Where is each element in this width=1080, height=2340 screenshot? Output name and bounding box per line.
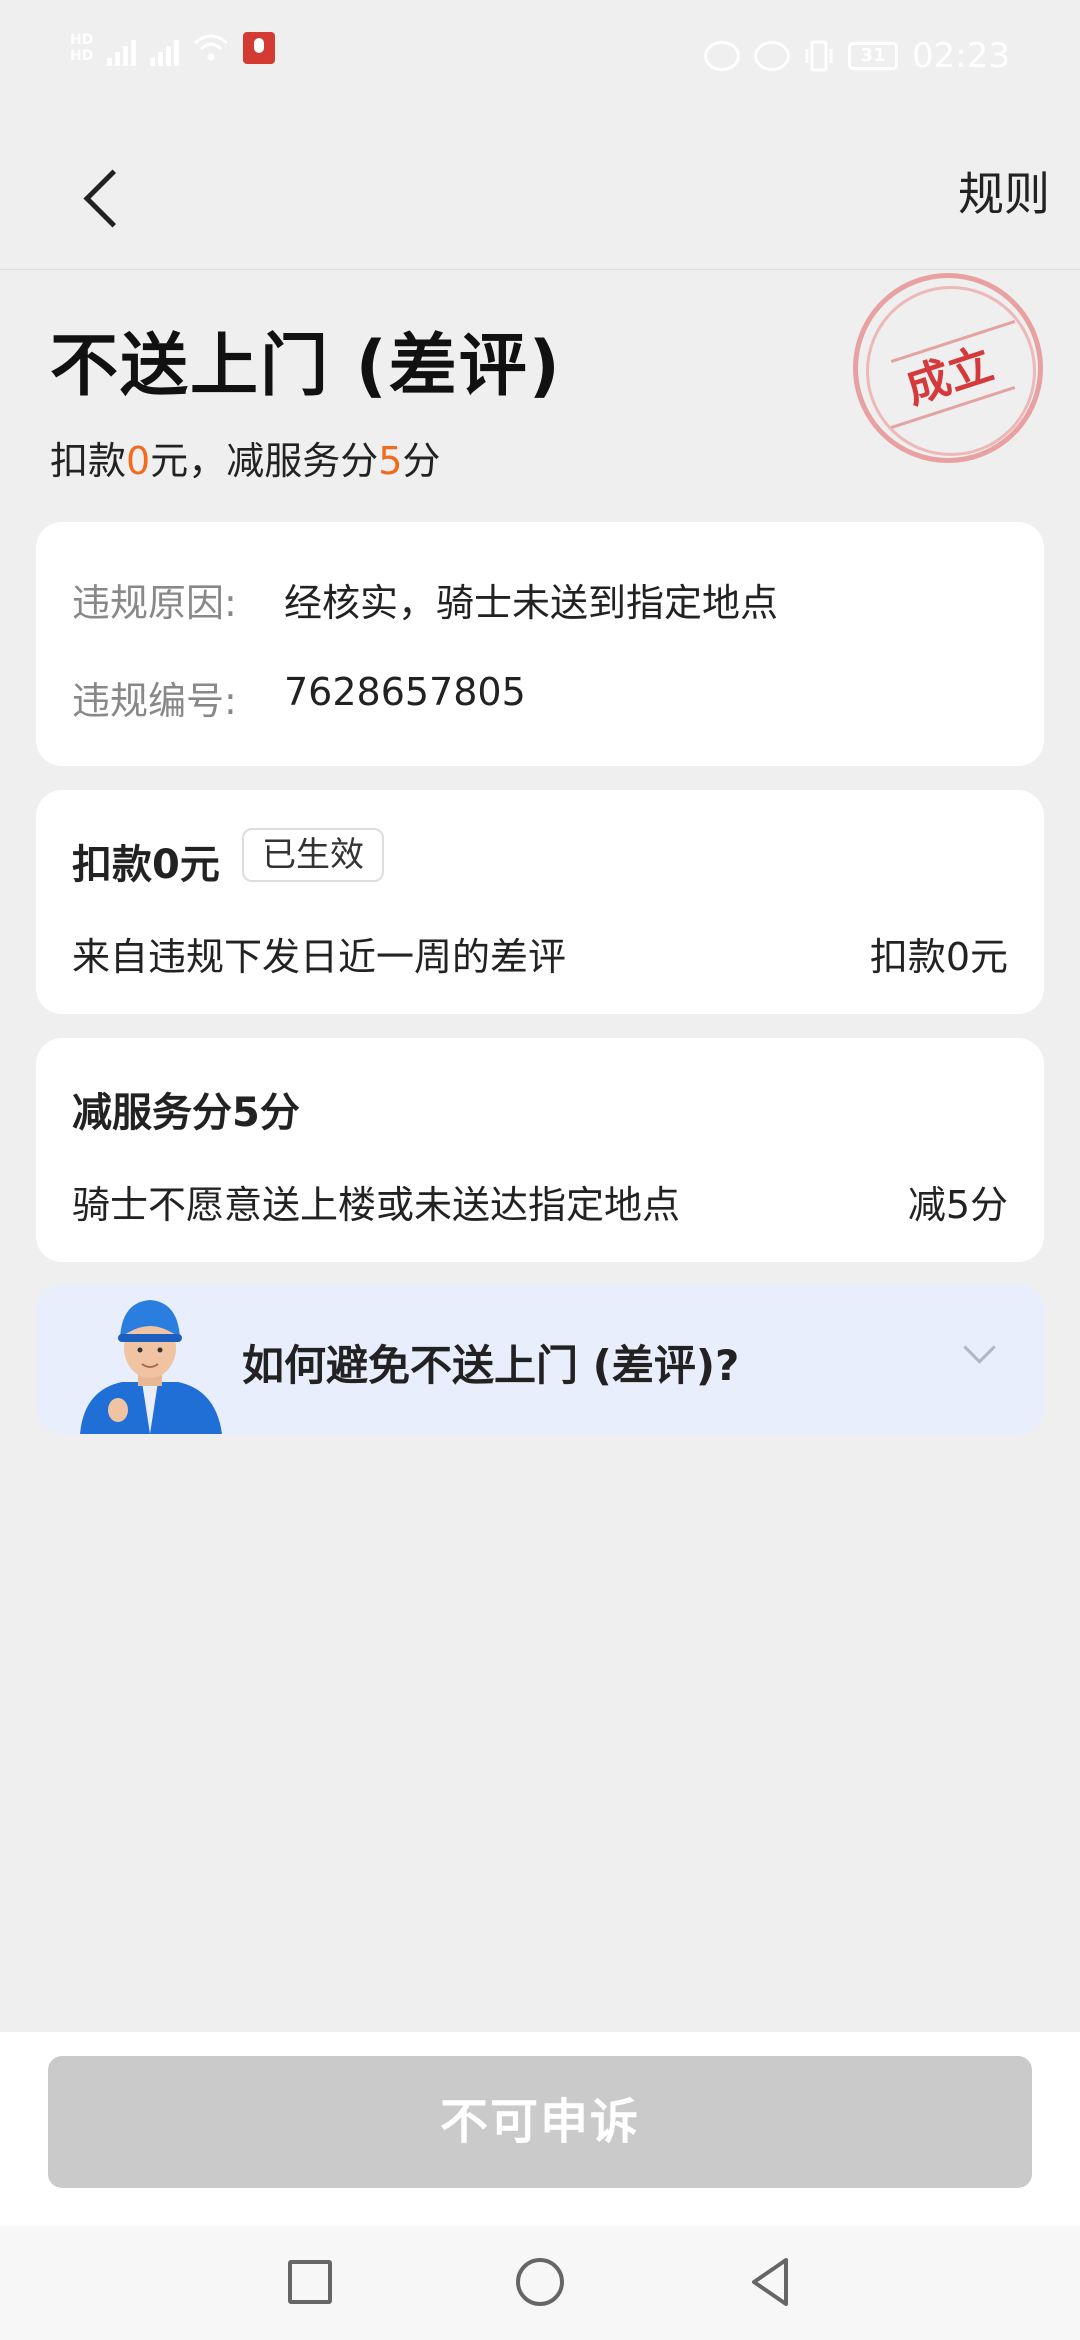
signal-icon: [150, 30, 180, 66]
score-title: 减服务分5分: [72, 1090, 300, 1136]
wifi-icon: [194, 34, 229, 61]
score-description: 骑士不愿意送上楼或未送达指定地点: [72, 1183, 681, 1227]
rules-link[interactable]: 规则: [958, 158, 1050, 224]
status-bar-left: HD HD: [70, 30, 276, 66]
service-score-card: 减服务分5分 骑士不愿意送上楼或未送达指定地点 减5分: [36, 1038, 1044, 1262]
score-unit: 分: [402, 439, 441, 483]
eye-icon: [704, 41, 741, 71]
page-title: 不送上门 (差评): [50, 327, 562, 406]
deduction-title: 扣款0元: [72, 842, 220, 888]
microphone-icon: [243, 32, 276, 64]
violation-id-value: 7628657805: [284, 670, 526, 714]
established-stamp: 成立: [853, 273, 1043, 463]
home-icon[interactable]: [516, 2258, 564, 2306]
violation-info-card: 违规原因: 经核实，骑士未送到指定地点 违规编号: 7628657805: [36, 522, 1044, 766]
score-amount-right: 减5分: [907, 1183, 1008, 1227]
status-badge: 已生效: [242, 828, 384, 882]
recent-apps-icon[interactable]: [288, 2260, 332, 2304]
penalty-summary: 扣款0元，减服务分5分: [50, 430, 440, 485]
deduction-amount: 扣款0元: [869, 935, 1008, 979]
vibrate-icon: [805, 40, 833, 72]
status-bar-right: 31 02:23: [704, 36, 1010, 76]
tip-text: 如何避免不送上门 (差评)?: [242, 1341, 740, 1390]
avoid-tip-banner[interactable]: 如何避免不送上门 (差评)?: [36, 1284, 1044, 1434]
chevron-down-icon[interactable]: [962, 1334, 998, 1370]
deduction-description: 来自违规下发日近一周的差评: [72, 935, 567, 979]
stamp-text: 成立: [899, 338, 1000, 415]
deduct-prefix: 扣款: [50, 439, 127, 483]
violation-id-label: 违规编号:: [72, 679, 237, 723]
back-button[interactable]: [74, 154, 134, 234]
appeal-button[interactable]: 不可申诉: [48, 2056, 1032, 2188]
clock-time: 02:23: [912, 36, 1010, 76]
score-amount: 5: [378, 439, 403, 483]
battery-icon: 31: [848, 42, 899, 70]
deduction-card: 扣款0元 已生效 来自违规下发日近一周的差评 扣款0元: [36, 790, 1044, 1014]
bottom-bar: 不可申诉: [0, 2032, 1080, 2226]
network-hd-label-1: HD: [70, 32, 94, 48]
rider-avatar-icon: [80, 1300, 222, 1434]
status-bar: HD HD 31 02:23: [0, 0, 1080, 120]
network-type-indicator: HD HD: [70, 32, 93, 64]
signal-icon: [107, 30, 137, 66]
nav-header: 规则: [0, 120, 1080, 270]
alarm-icon: [754, 41, 791, 71]
back-icon[interactable]: [748, 2256, 792, 2308]
deduct-amount: 0: [126, 439, 151, 483]
system-nav-bar: [0, 2226, 1080, 2340]
violation-reason-value: 经核实，骑士未送到指定地点: [284, 581, 779, 625]
deduct-unit: 元，减服务分: [150, 439, 379, 483]
network-hd-label-2: HD: [70, 48, 94, 64]
violation-reason-label: 违规原因:: [72, 581, 237, 625]
